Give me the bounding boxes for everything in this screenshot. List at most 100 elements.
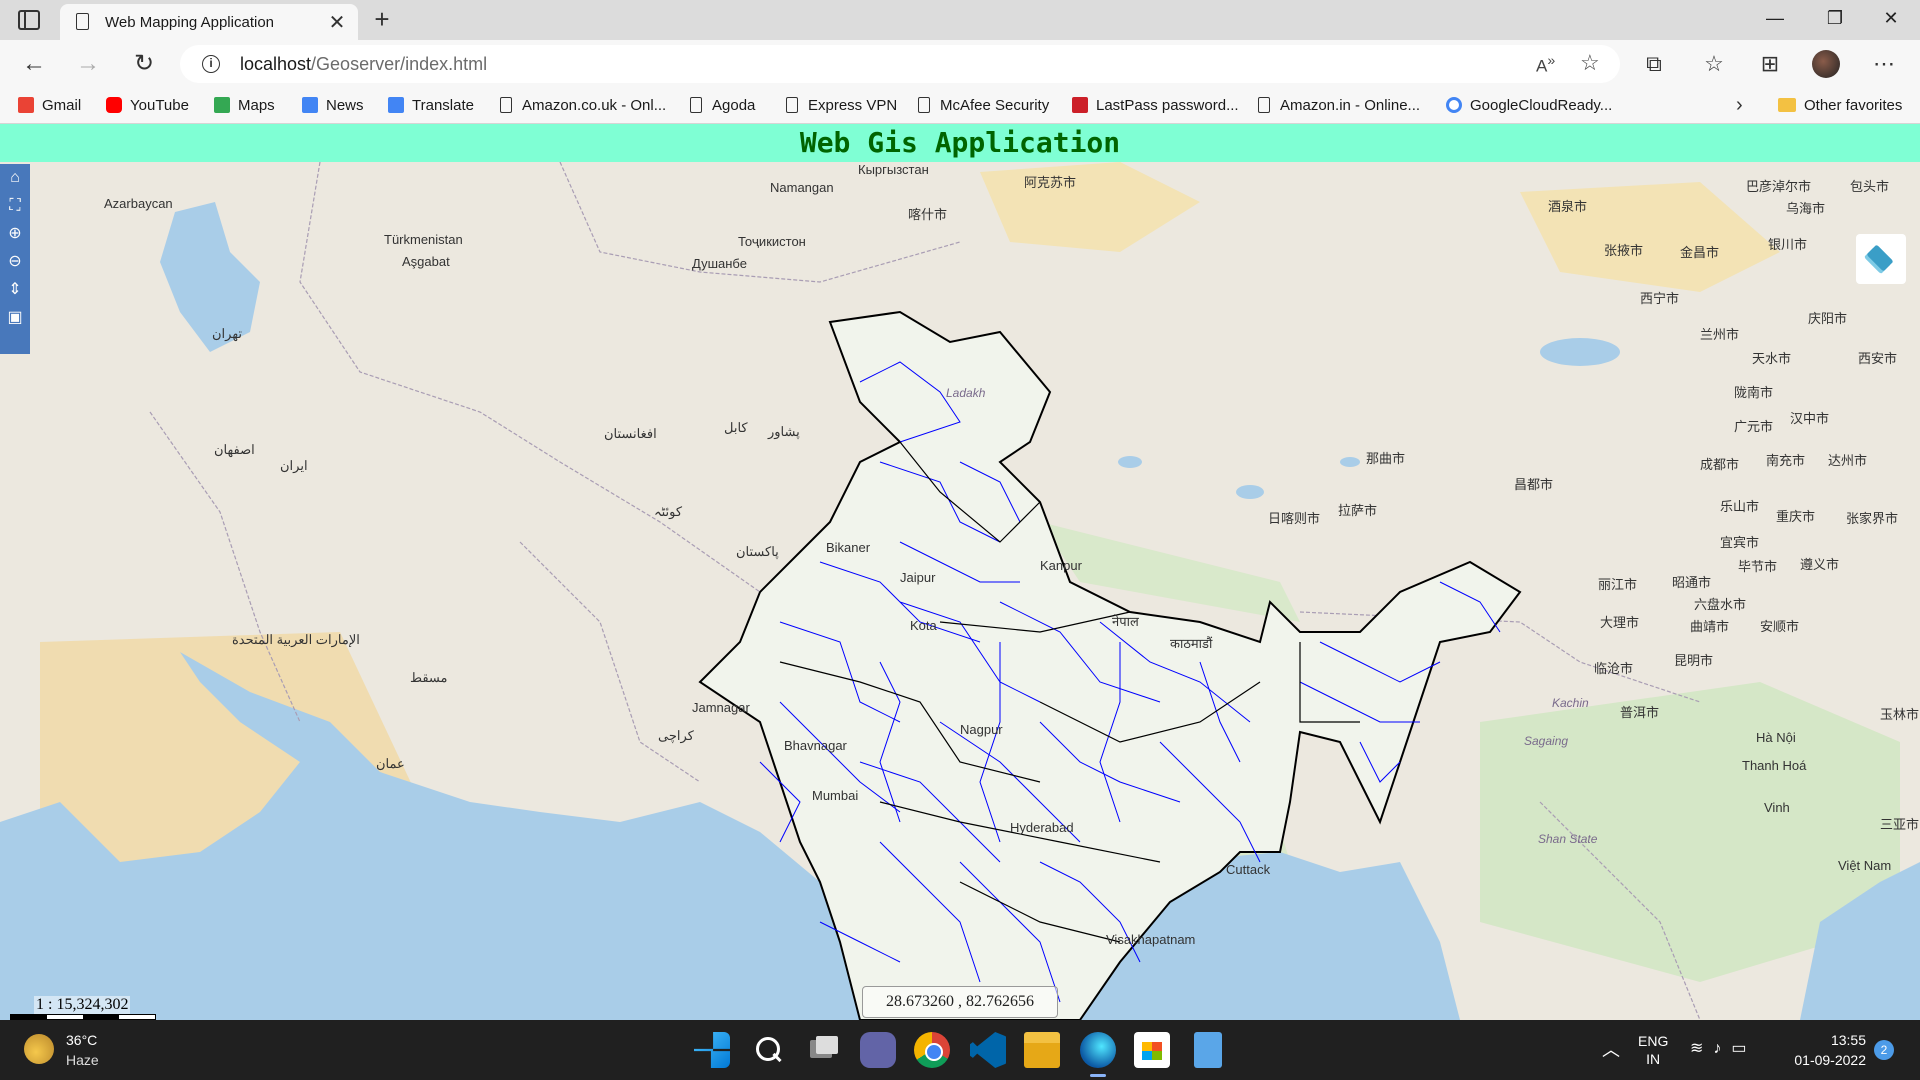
map-label: Тоҷикистон xyxy=(738,234,806,249)
new-tab-button[interactable]: + xyxy=(368,4,396,35)
profile-avatar[interactable] xyxy=(1812,50,1840,78)
map-label: 普洱市 xyxy=(1620,705,1660,720)
bookmark-label: Express VPN xyxy=(808,97,898,114)
back-button[interactable]: ← xyxy=(18,48,50,80)
edge-icon[interactable] xyxy=(1080,1032,1116,1068)
map-label: 那曲市 xyxy=(1366,451,1406,466)
map-label: 重庆市 xyxy=(1776,509,1816,524)
map-label: 曲靖市 xyxy=(1690,619,1730,634)
map-label: Jaipur xyxy=(900,570,936,585)
show-hidden-icons-icon[interactable]: ︿ xyxy=(1602,1036,1620,1062)
map-label: 张家界市 xyxy=(1846,511,1899,526)
measure-length-icon[interactable]: ⇕ xyxy=(3,278,27,302)
read-aloud-icon[interactable]: A» xyxy=(1536,53,1555,77)
map-label: 张掖市 xyxy=(1604,243,1644,258)
browser-tab[interactable]: Web Mapping Application ✕ xyxy=(60,4,358,40)
bookmark-news[interactable]: News xyxy=(302,97,364,114)
zoom-out-icon[interactable]: ⊖ xyxy=(3,250,27,274)
map-label: 乐山市 xyxy=(1720,499,1760,514)
extensions-icon[interactable]: ⧉ xyxy=(1638,48,1670,80)
zoom-extent-icon[interactable]: ⛶ xyxy=(3,194,27,218)
forward-button[interactable]: → xyxy=(72,48,104,80)
bookmark-gmail[interactable]: Gmail xyxy=(18,97,81,114)
bookmark-maps[interactable]: Maps xyxy=(214,97,275,114)
wifi-icon[interactable]: ≋ xyxy=(1690,1040,1713,1057)
search-icon[interactable] xyxy=(750,1032,786,1068)
language-indicator[interactable]: ENG IN xyxy=(1638,1032,1668,1068)
bookmark-mcafee[interactable]: McAfee Security xyxy=(918,97,1049,114)
weather-icon[interactable] xyxy=(24,1034,54,1064)
bookmark-express-vpn[interactable]: Express VPN xyxy=(786,97,897,114)
favorites-icon[interactable]: ☆ xyxy=(1698,48,1730,80)
layer-switcher-button[interactable] xyxy=(1856,234,1906,284)
map-label: Кыргызстан xyxy=(858,162,929,177)
add-favorite-icon[interactable]: ☆ xyxy=(1580,50,1600,76)
bookmark-amazon-uk[interactable]: Amazon.co.uk - Onl... xyxy=(500,97,666,114)
map-label: काठमाडौं xyxy=(1170,636,1213,651)
map-label: الإمارات العربية المتحدة xyxy=(232,632,360,647)
notepad-icon[interactable] xyxy=(1194,1032,1222,1068)
bookmark-youtube[interactable]: YouTube xyxy=(106,97,189,114)
map-label: 昭通市 xyxy=(1672,575,1712,590)
map-label: Hà Nội xyxy=(1756,730,1796,745)
map-label: Jamnagar xyxy=(692,700,750,715)
map-canvas[interactable]: Azarbaycan Türkmenistan Aşgabat Namangan… xyxy=(0,162,1920,1020)
map-label: 阿克苏市 xyxy=(1024,175,1077,190)
address-bar[interactable]: i localhost/Geoserver/index.html A» ☆ xyxy=(180,45,1620,83)
file-explorer-icon[interactable] xyxy=(1024,1032,1060,1068)
more-options-icon[interactable]: ⋯ xyxy=(1868,48,1900,80)
system-tray-icons[interactable]: ≋♪▭ xyxy=(1690,1038,1757,1058)
map-label: 三亚市 xyxy=(1880,817,1920,832)
bookmark-label: GoogleCloudReady... xyxy=(1470,97,1613,114)
map-label: 昌都市 xyxy=(1514,477,1554,492)
active-app-indicator xyxy=(1090,1074,1106,1077)
url-text[interactable]: localhost/Geoserver/index.html xyxy=(240,54,487,75)
battery-icon[interactable]: ▭ xyxy=(1731,1040,1756,1057)
map-label: 丽江市 xyxy=(1598,577,1638,592)
zoom-in-icon[interactable]: ⊕ xyxy=(3,222,27,246)
volume-icon[interactable]: ♪ xyxy=(1713,1040,1731,1057)
map-label: كابل xyxy=(724,420,748,435)
map-label: Ladakh xyxy=(946,386,986,400)
chevron-right-icon[interactable]: › xyxy=(1736,94,1743,117)
measure-area-icon[interactable]: ▣ xyxy=(3,306,27,330)
bookmark-amazon-in[interactable]: Amazon.in - Online... xyxy=(1258,97,1420,114)
vscode-icon[interactable] xyxy=(970,1032,1006,1068)
restore-button[interactable]: ❐ xyxy=(1820,8,1850,32)
chrome-icon[interactable] xyxy=(914,1032,950,1068)
bookmark-label: Other favorites xyxy=(1804,97,1903,114)
lang-region: IN xyxy=(1646,1051,1661,1067)
page-icon xyxy=(918,97,930,113)
store-icon[interactable] xyxy=(1134,1032,1170,1068)
task-view-icon[interactable] xyxy=(806,1032,842,1068)
start-icon[interactable] xyxy=(694,1032,730,1068)
bookmark-lastpass[interactable]: LastPass password... xyxy=(1072,97,1239,114)
bookmark-agoda[interactable]: Agoda xyxy=(690,97,755,114)
system-clock[interactable]: 13:55 01-09-2022 xyxy=(1790,1030,1866,1070)
collections-icon[interactable]: ⊞ xyxy=(1754,48,1786,80)
tab-actions-icon[interactable] xyxy=(18,10,40,30)
close-window-button[interactable]: ✕ xyxy=(1876,8,1906,32)
weather-description[interactable]: Haze xyxy=(66,1052,99,1068)
map-label: 广元市 xyxy=(1734,419,1774,434)
teams-icon[interactable] xyxy=(860,1032,896,1068)
minimize-button[interactable]: — xyxy=(1760,8,1790,32)
bookmark-other-favorites[interactable]: Other favorites xyxy=(1778,97,1902,114)
bookmark-translate[interactable]: Translate xyxy=(388,97,474,114)
map-label: 达州市 xyxy=(1828,453,1868,468)
page-icon xyxy=(500,97,512,113)
weather-temperature[interactable]: 36°C xyxy=(66,1032,97,1048)
page-icon xyxy=(1258,97,1270,113)
site-info-icon[interactable]: i xyxy=(202,55,220,73)
refresh-button[interactable]: ↻ xyxy=(128,48,160,80)
notification-badge[interactable]: 2 xyxy=(1874,1040,1894,1060)
map-label: 酒泉市 xyxy=(1548,199,1588,214)
bookmark-label: Amazon.co.uk - Onl... xyxy=(522,97,667,114)
map-label: افغانستان xyxy=(604,426,657,441)
map-label: 西安市 xyxy=(1858,351,1898,366)
home-icon[interactable]: ⌂ xyxy=(3,166,27,190)
bookmark-googlecloudready[interactable]: GoogleCloudReady... xyxy=(1446,97,1612,114)
map-label: 南充市 xyxy=(1766,453,1806,468)
map-label: 日喀则市 xyxy=(1268,511,1321,526)
close-tab-icon[interactable]: ✕ xyxy=(326,10,348,35)
